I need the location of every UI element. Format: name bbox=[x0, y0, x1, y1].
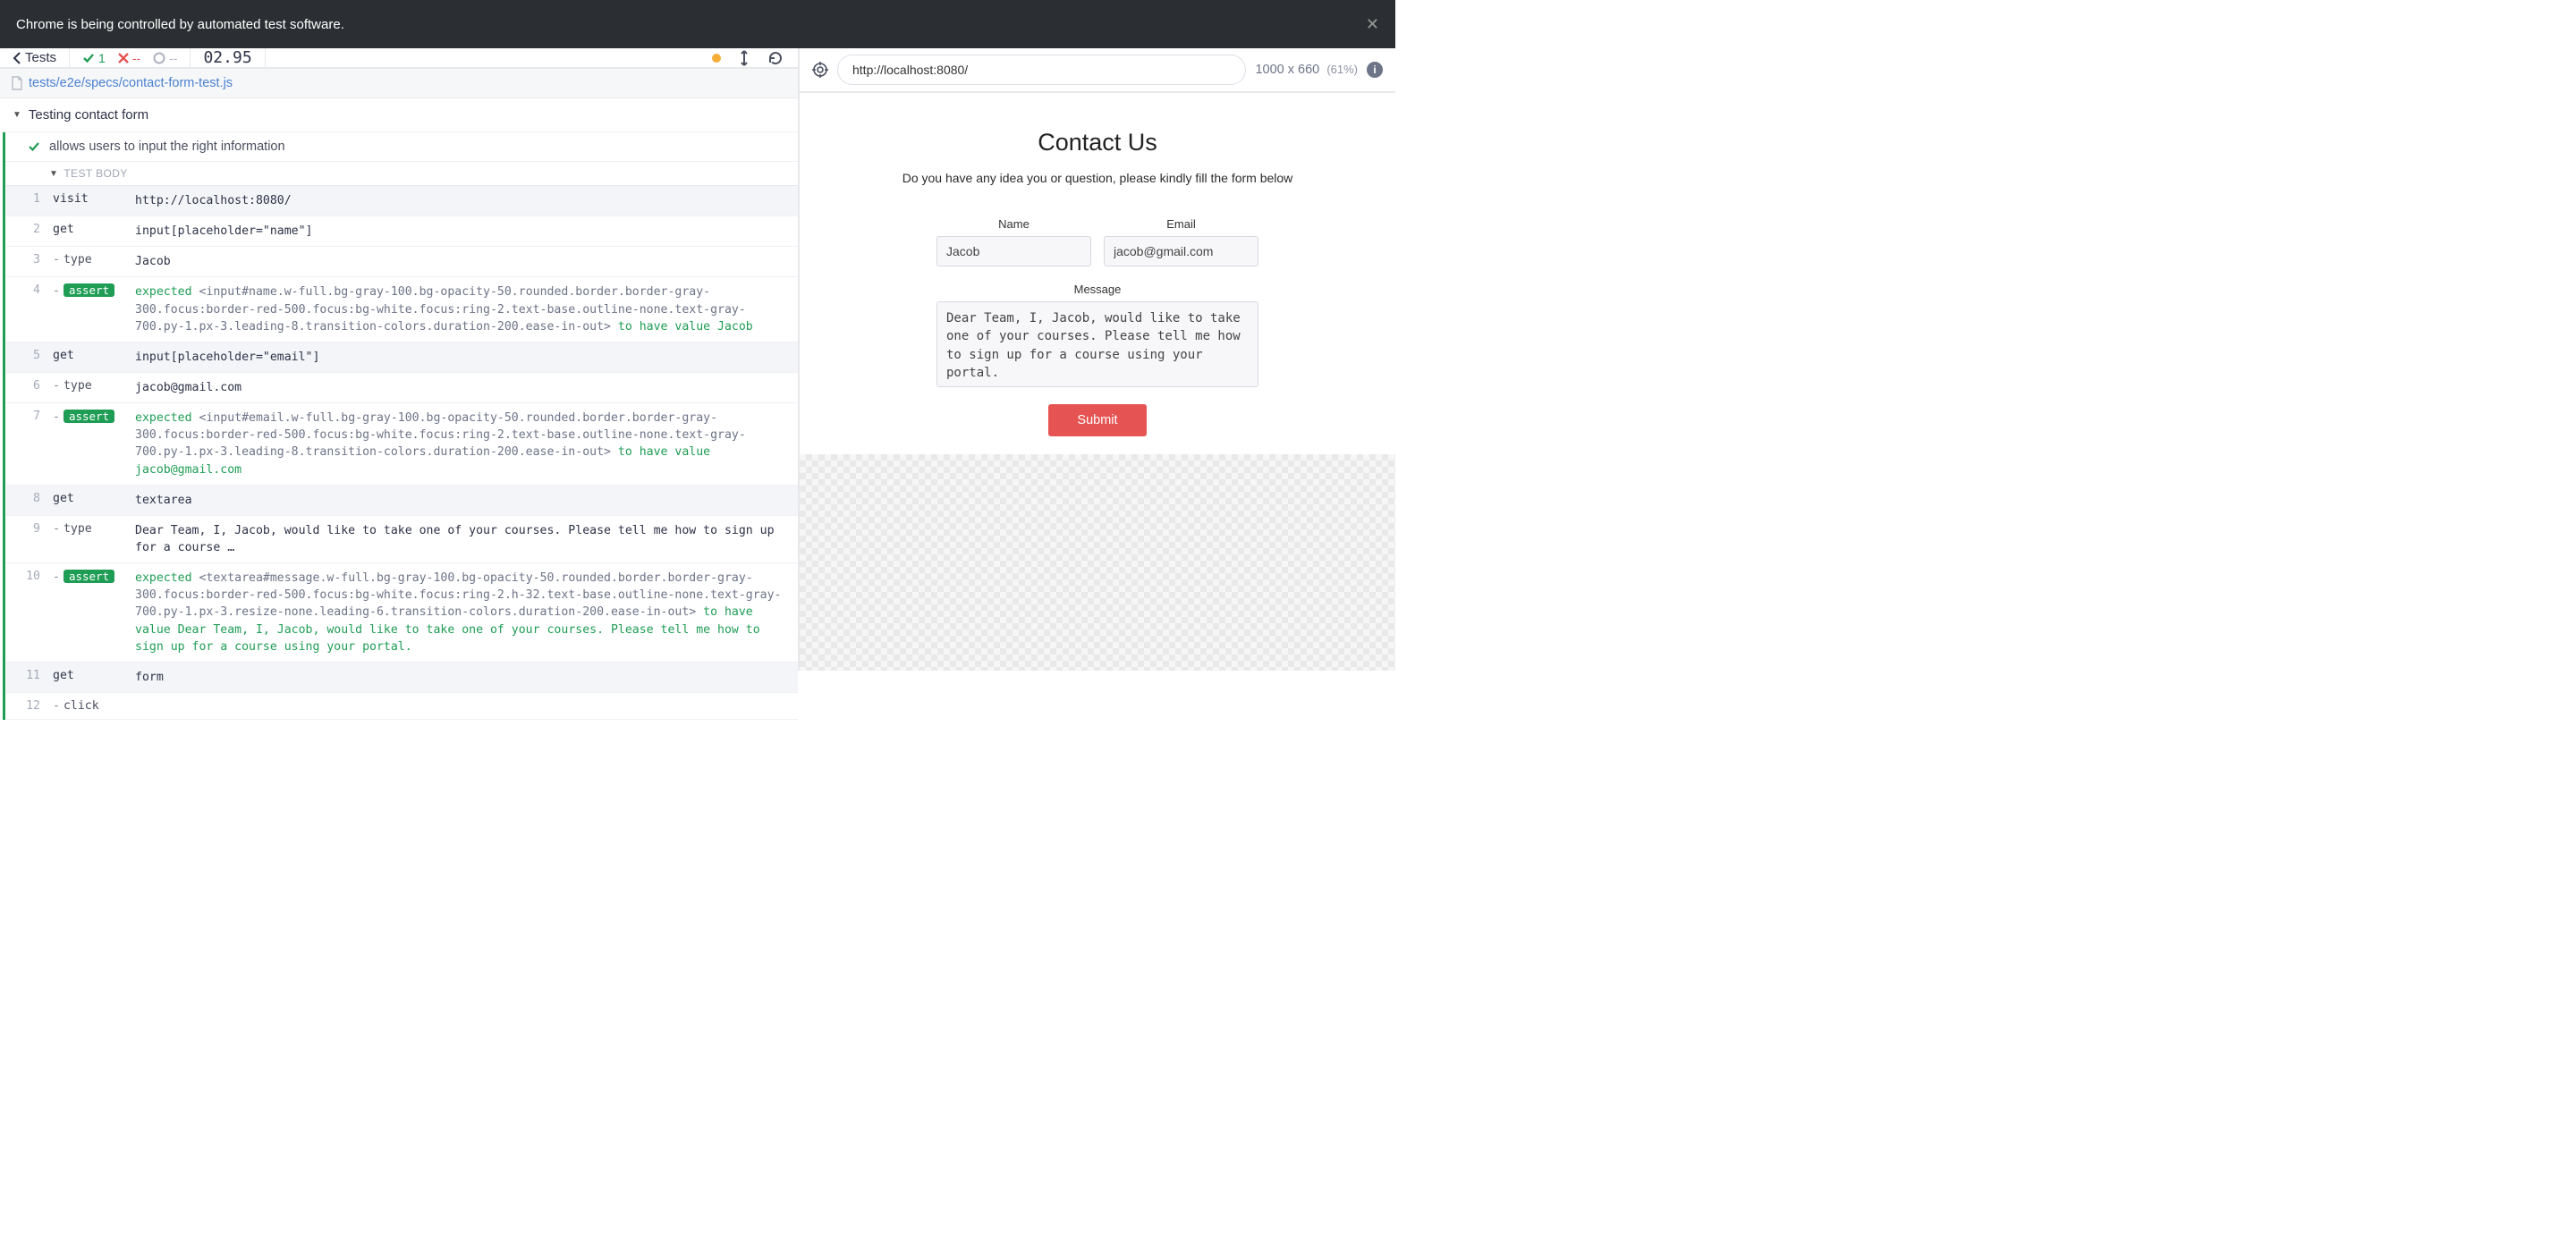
suite-title: Testing contact form bbox=[29, 107, 148, 123]
command-number: 3 bbox=[6, 247, 49, 276]
command-number: 1 bbox=[6, 186, 49, 216]
command-number: 2 bbox=[6, 216, 49, 246]
chevron-left-icon bbox=[13, 52, 21, 64]
command-row[interactable]: 8gettextarea bbox=[6, 486, 798, 516]
message-input[interactable] bbox=[936, 301, 1258, 387]
app-preview: Contact Us Do you have any idea you or q… bbox=[800, 93, 1395, 671]
suite-header[interactable]: ▼ Testing contact form bbox=[0, 98, 798, 132]
back-label: Tests bbox=[25, 50, 56, 65]
runner-toolbar: Tests 1 -- -- 02.95 bbox=[0, 48, 798, 69]
selector-playground-button[interactable] bbox=[812, 62, 828, 78]
info-icon[interactable]: i bbox=[1367, 62, 1383, 78]
command-name: get bbox=[49, 486, 135, 515]
command-number: 10 bbox=[6, 563, 49, 662]
check-icon bbox=[82, 52, 95, 64]
command-row[interactable]: 3-typeJacob bbox=[6, 247, 798, 277]
test-body-label: TEST BODY bbox=[64, 167, 127, 180]
command-row[interactable]: 10-assertexpected <textarea#message.w-fu… bbox=[6, 563, 798, 663]
command-row[interactable]: 2getinput[placeholder="name"] bbox=[6, 216, 798, 247]
command-row[interactable]: 4-assertexpected <input#name.w-full.bg-g… bbox=[6, 277, 798, 342]
check-icon bbox=[28, 140, 40, 153]
page-subtext: Do you have any idea you or question, pl… bbox=[826, 171, 1368, 185]
viewport-toggle[interactable] bbox=[739, 50, 750, 66]
command-log: 1visithttp://localhost:8080/2getinput[pl… bbox=[6, 185, 798, 720]
command-name: -assert bbox=[49, 403, 135, 485]
command-name: -assert bbox=[49, 277, 135, 341]
viewport-dimensions: 1000 x 660 (61%) bbox=[1255, 63, 1358, 77]
command-number: 6 bbox=[6, 373, 49, 402]
command-name: get bbox=[49, 342, 135, 372]
command-number: 7 bbox=[6, 403, 49, 485]
test-body-header[interactable]: ▼ TEST BODY bbox=[3, 162, 798, 185]
automation-banner: Chrome is being controlled by automated … bbox=[0, 0, 1395, 48]
name-input[interactable] bbox=[936, 236, 1091, 266]
status-dot bbox=[712, 54, 721, 63]
command-number: 8 bbox=[6, 486, 49, 515]
test-container: allows users to input the right informat… bbox=[0, 132, 798, 720]
email-input[interactable] bbox=[1104, 236, 1258, 266]
command-number: 4 bbox=[6, 277, 49, 341]
command-name: get bbox=[49, 216, 135, 246]
test-row[interactable]: allows users to input the right informat… bbox=[3, 132, 798, 162]
app-panel: 1000 x 660 (61%) i Contact Us Do you hav… bbox=[800, 48, 1395, 671]
command-name: -click bbox=[49, 693, 135, 719]
command-detail: Dear Team, I, Jacob, would like to take … bbox=[135, 516, 798, 562]
url-bar: 1000 x 660 (61%) i bbox=[800, 48, 1395, 93]
failed-count: -- bbox=[118, 51, 140, 65]
chevron-down-icon: ▼ bbox=[49, 169, 58, 179]
suite: ▼ Testing contact form allows users to i… bbox=[0, 98, 798, 720]
command-row[interactable]: 12-click bbox=[6, 693, 798, 720]
command-name: -type bbox=[49, 247, 135, 276]
name-label: Name bbox=[936, 217, 1091, 231]
url-input[interactable] bbox=[837, 55, 1246, 85]
test-title: allows users to input the right informat… bbox=[49, 139, 285, 154]
command-name: get bbox=[49, 663, 135, 692]
command-name: -assert bbox=[49, 563, 135, 662]
command-detail: http://localhost:8080/ bbox=[135, 186, 798, 216]
spec-file-link[interactable]: tests/e2e/specs/contact-form-test.js bbox=[29, 76, 233, 90]
command-detail: Jacob bbox=[135, 247, 798, 276]
command-row[interactable]: 5getinput[placeholder="email"] bbox=[6, 342, 798, 373]
file-icon bbox=[11, 76, 23, 90]
command-detail bbox=[135, 693, 798, 719]
spec-file-row: tests/e2e/specs/contact-form-test.js bbox=[0, 69, 798, 98]
reload-button[interactable] bbox=[767, 50, 784, 66]
command-number: 9 bbox=[6, 516, 49, 562]
back-to-tests[interactable]: Tests bbox=[13, 50, 56, 65]
passed-count: 1 bbox=[82, 51, 106, 65]
close-icon[interactable]: ✕ bbox=[1366, 15, 1379, 34]
command-name: -type bbox=[49, 516, 135, 562]
submit-button[interactable]: Submit bbox=[1048, 404, 1147, 436]
message-label: Message bbox=[936, 283, 1258, 296]
x-icon bbox=[118, 53, 129, 63]
command-number: 12 bbox=[6, 693, 49, 719]
command-name: visit bbox=[49, 186, 135, 216]
command-number: 5 bbox=[6, 342, 49, 372]
command-detail: jacob@gmail.com bbox=[135, 373, 798, 402]
command-detail: input[placeholder="email"] bbox=[135, 342, 798, 372]
command-row[interactable]: 9-typeDear Team, I, Jacob, would like to… bbox=[6, 516, 798, 563]
command-name: -type bbox=[49, 373, 135, 402]
command-row[interactable]: 11getform bbox=[6, 663, 798, 693]
command-detail: expected <input#name.w-full.bg-gray-100.… bbox=[135, 277, 798, 341]
timer: 02.95 bbox=[203, 48, 251, 67]
command-row[interactable]: 1visithttp://localhost:8080/ bbox=[6, 186, 798, 216]
command-detail: input[placeholder="name"] bbox=[135, 216, 798, 246]
contact-form: Name Email Message Submit bbox=[936, 217, 1258, 436]
circle-icon bbox=[153, 52, 165, 64]
command-row[interactable]: 7-assertexpected <input#email.w-full.bg-… bbox=[6, 403, 798, 486]
command-row[interactable]: 6-typejacob@gmail.com bbox=[6, 373, 798, 403]
pending-count: -- bbox=[153, 51, 177, 65]
preview-underlay bbox=[800, 454, 1395, 671]
page-heading: Contact Us bbox=[826, 129, 1368, 156]
email-label: Email bbox=[1104, 217, 1258, 231]
runner-panel: Tests 1 -- -- 02.95 bbox=[0, 48, 800, 671]
command-detail: form bbox=[135, 663, 798, 692]
command-detail: expected <textarea#message.w-full.bg-gra… bbox=[135, 563, 798, 662]
chevron-down-icon: ▼ bbox=[13, 110, 21, 120]
command-number: 11 bbox=[6, 663, 49, 692]
automation-message: Chrome is being controlled by automated … bbox=[16, 17, 344, 32]
command-detail: expected <input#email.w-full.bg-gray-100… bbox=[135, 403, 798, 485]
command-detail: textarea bbox=[135, 486, 798, 515]
